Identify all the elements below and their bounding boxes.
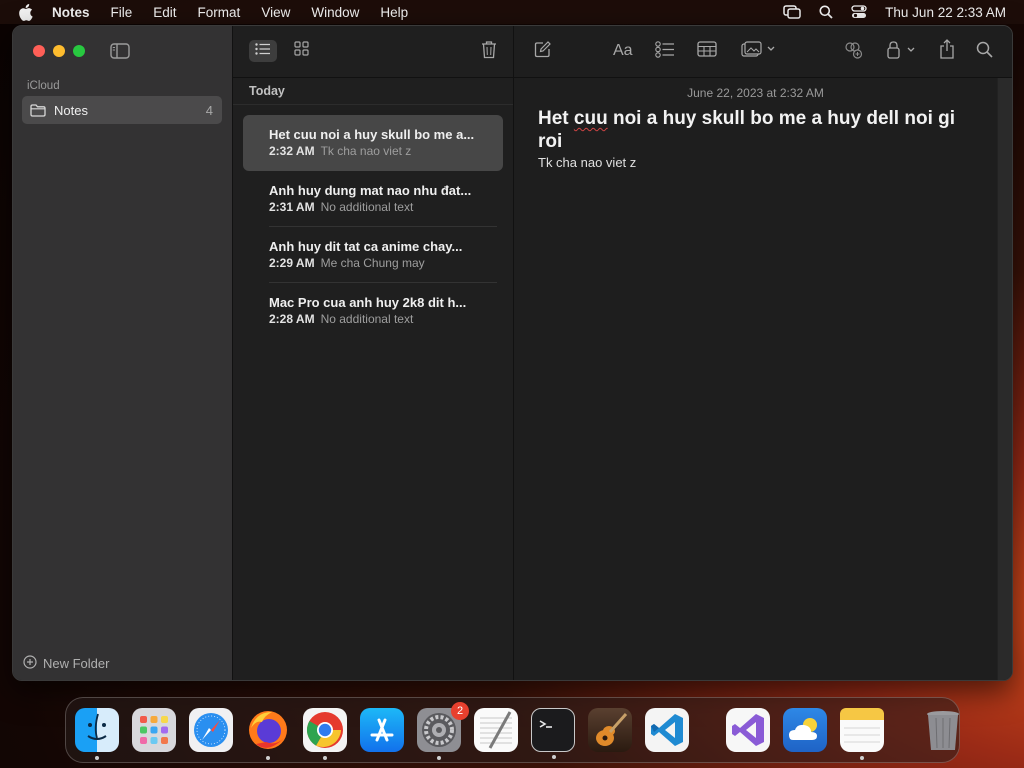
weather-icon[interactable] <box>783 708 827 752</box>
note-time: 2:31 AM <box>269 200 315 214</box>
finder-icon[interactable] <box>75 708 119 760</box>
safari-icon[interactable] <box>189 708 233 752</box>
note-list-item[interactable]: Het cuu noi a huy skull bo me a... 2:32 … <box>243 115 503 171</box>
menu-edit[interactable]: Edit <box>153 5 176 20</box>
folder-label: Notes <box>54 102 88 118</box>
list-view-button[interactable] <box>249 40 277 62</box>
folder-count: 4 <box>205 102 213 118</box>
note-list-item[interactable]: Anh huy dit tat ca anime chay... 2:29 AM… <box>243 227 503 283</box>
note-time: 2:32 AM <box>269 144 315 158</box>
lock-icon[interactable] <box>886 41 918 59</box>
terminal-icon[interactable] <box>531 708 575 759</box>
media-icon[interactable] <box>741 41 777 57</box>
note-body[interactable]: Tk cha nao viet z <box>538 155 988 170</box>
menu-bar: Notes File Edit Format View Window Help … <box>0 0 1024 24</box>
editor-scrollbar[interactable] <box>997 78 1012 680</box>
note-title: Anh huy dung mat nao nhu đat... <box>269 183 472 198</box>
new-folder-label: New Folder <box>43 656 110 671</box>
group-header-today: Today <box>233 78 513 105</box>
note-preview: No additional text <box>320 200 414 214</box>
note-list-pane: Today Het cuu noi a huy skull bo me a...… <box>233 26 514 680</box>
title-word: Het <box>538 108 574 129</box>
note-time: 2:28 AM <box>269 312 315 326</box>
note-title: Het cuu noi a huy skull bo me a... <box>269 127 475 142</box>
spotlight-search-icon[interactable] <box>819 5 833 19</box>
note-list-toolbar <box>233 26 513 78</box>
note-list-item[interactable]: Mac Pro cua anh huy 2k8 dit h... 2:28 AM… <box>243 283 503 339</box>
textedit-icon[interactable] <box>474 708 518 752</box>
menubar-clock[interactable]: Thu Jun 22 2:33 AM <box>885 5 1006 20</box>
sidebar: iCloud Notes 4 New Folder <box>13 26 233 680</box>
menu-help[interactable]: Help <box>380 5 408 20</box>
note-title: Mac Pro cua anh huy 2k8 dit h... <box>269 295 467 310</box>
note-preview: Tk cha nao viet z <box>320 144 412 158</box>
launchpad-icon[interactable] <box>132 708 176 752</box>
icloud-section-label: iCloud <box>27 80 60 92</box>
collaborate-icon[interactable] <box>843 41 863 59</box>
app-store-icon[interactable] <box>360 708 404 752</box>
grid-icon <box>293 41 309 61</box>
notes-app-icon[interactable] <box>840 708 884 760</box>
note-list-item[interactable]: Anh huy dung mat nao nhu đat... 2:31 AM N… <box>243 171 503 227</box>
menu-window[interactable]: Window <box>311 5 359 20</box>
window-controls <box>33 45 85 57</box>
share-icon[interactable] <box>939 39 955 59</box>
add-circle-icon <box>23 655 37 672</box>
note-time: 2:29 AM <box>269 256 315 270</box>
text-format-icon[interactable]: Aa <box>613 42 633 60</box>
garageband-icon[interactable] <box>588 708 632 752</box>
screen-mirroring-icon[interactable] <box>783 5 801 19</box>
note-title-heading[interactable]: Het cuu noi a huy skull bo me a huy dell… <box>538 107 984 153</box>
notification-badge: 2 <box>451 702 469 720</box>
note-preview: Me cha Chung may <box>320 256 425 270</box>
note-editor: Aa June 22, 2023 at 2:32 AM Het cuu noi … <box>514 26 1012 680</box>
sidebar-item-notes[interactable]: Notes 4 <box>22 96 222 124</box>
chrome-icon[interactable] <box>303 708 347 760</box>
folder-icon <box>30 103 46 117</box>
vscode-icon[interactable] <box>645 708 689 752</box>
checklist-icon[interactable] <box>655 41 675 58</box>
visual-studio-icon[interactable] <box>726 708 770 752</box>
misspelled-word: cuu <box>573 108 608 129</box>
note-title: Anh huy dit tat ca anime chay... <box>269 239 463 254</box>
menu-app-name[interactable]: Notes <box>52 5 90 20</box>
new-folder-button[interactable]: New Folder <box>23 655 109 672</box>
note-date: June 22, 2023 at 2:32 AM <box>687 86 824 100</box>
dock: 2 <box>65 697 960 763</box>
firefox-icon[interactable] <box>246 708 290 760</box>
minimize-button[interactable] <box>53 45 65 57</box>
menu-view[interactable]: View <box>261 5 290 20</box>
menu-file[interactable]: File <box>111 5 133 20</box>
delete-note-button[interactable] <box>481 40 497 64</box>
control-center-icon[interactable] <box>851 5 867 19</box>
note-preview: No additional text <box>320 312 414 326</box>
menu-format[interactable]: Format <box>198 5 241 20</box>
notes-window: iCloud Notes 4 New Folder Today Het cuu … <box>12 25 1013 681</box>
trash-icon <box>481 41 497 63</box>
table-icon[interactable] <box>697 41 717 57</box>
search-icon[interactable] <box>976 41 993 58</box>
system-settings-icon[interactable]: 2 <box>417 702 469 760</box>
list-icon <box>255 42 271 60</box>
trash-bin-icon[interactable] <box>921 708 965 752</box>
sidebar-toggle-icon[interactable] <box>110 43 130 64</box>
apple-menu-icon[interactable] <box>18 3 36 21</box>
compose-icon[interactable] <box>534 41 551 58</box>
editor-toolbar: Aa <box>514 26 1012 78</box>
zoom-button[interactable] <box>73 45 85 57</box>
gallery-view-button[interactable] <box>287 40 315 62</box>
close-button[interactable] <box>33 45 45 57</box>
